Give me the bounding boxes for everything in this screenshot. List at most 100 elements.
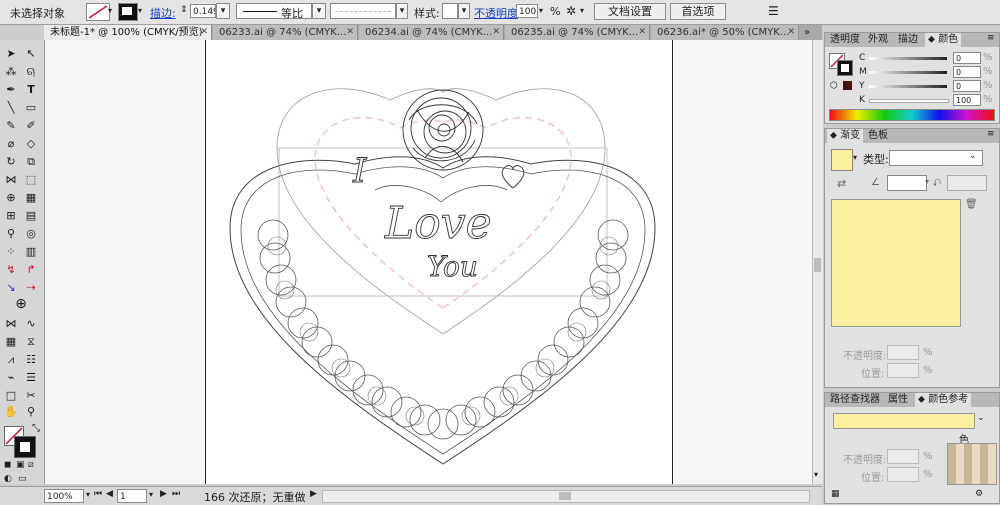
custom-tool-red-2-icon[interactable]: ↱ — [23, 262, 39, 278]
zoom-tool-icon[interactable]: ⚲ — [23, 404, 39, 420]
channel-k-input[interactable]: 100 — [953, 94, 981, 106]
stroke-dropdown-icon[interactable]: ▾ — [138, 6, 142, 15]
gradient-preview[interactable] — [831, 199, 961, 327]
gradient-thumbnail[interactable] — [831, 149, 853, 171]
tab-document-3[interactable]: 06234.ai @ 74% (CMYK... ✕ — [359, 25, 504, 40]
tab-color-guide[interactable]: ⬥ 颜色参考 — [915, 393, 972, 407]
style-dropdown[interactable]: ▾ — [458, 3, 470, 19]
mesh-tool-icon[interactable]: ⊞ — [3, 208, 19, 224]
recolor-dropdown-icon[interactable]: ▾ — [580, 6, 584, 15]
panel-stroke-box[interactable] — [837, 60, 853, 76]
channel-k-slider[interactable] — [869, 99, 949, 103]
tab-gradient[interactable]: ⬥ 渐变 — [827, 129, 864, 143]
angle-dropdown-icon[interactable]: ▾ — [925, 177, 929, 186]
zoom-input[interactable]: 100% — [44, 489, 84, 503]
next-artboard-icon[interactable]: ▶ — [160, 489, 167, 499]
color-spectrum-bar[interactable] — [829, 109, 995, 121]
document-setup-button[interactable]: 文档设置 — [594, 3, 666, 20]
pen-tool-icon[interactable]: ✒ — [3, 82, 19, 98]
tab-document-5[interactable]: 06236.ai* @ 50% (CMYK... ✕ — [651, 25, 799, 40]
variable-width-profile[interactable]: 等比 — [236, 3, 312, 20]
channel-m-input[interactable]: 0 — [953, 66, 981, 78]
screen-mode-icon[interactable]: ▭ — [18, 474, 27, 484]
blob-brush-tool-icon[interactable]: ⌀ — [3, 136, 19, 152]
width-tool-icon[interactable]: ⋈ — [3, 172, 19, 188]
close-icon[interactable]: ✕ — [787, 25, 795, 40]
heart-cake-artwork[interactable]: I Love You — [45, 40, 812, 484]
grid-tool-icon[interactable]: ▦ — [3, 334, 19, 350]
line-tool-icon[interactable]: ╲ — [3, 100, 19, 116]
stroke-color-box[interactable] — [14, 436, 36, 458]
blend-tool-icon[interactable]: ◎ — [23, 226, 39, 242]
type-tool-icon[interactable]: T — [23, 82, 39, 98]
custom-tool-red-1-icon[interactable]: ↯ — [3, 262, 19, 278]
panel-menu-icon[interactable]: ≡ — [987, 33, 995, 43]
preferences-button[interactable]: 首选项 — [670, 3, 726, 20]
color-variation-grid[interactable] — [947, 443, 997, 485]
custom-tool-red-3-icon[interactable]: ⇢ — [23, 280, 39, 296]
first-artboard-icon[interactable]: ⏮ — [94, 489, 102, 499]
stroke-stepper-icon[interactable]: ⇕ — [180, 5, 188, 15]
tab-document-4[interactable]: 06235.ai @ 74% (CMYK... ✕ — [505, 25, 650, 40]
aspect-ratio-input[interactable] — [947, 175, 987, 191]
tab-color[interactable]: ⬥ 颜色 — [925, 33, 962, 47]
artboard-dropdown-icon[interactable]: ▾ — [149, 490, 153, 499]
scale-tool-icon[interactable]: ⧉ — [23, 154, 39, 170]
tab-document-1[interactable]: 未标题-1* @ 100% (CMYK/预览) ✕ — [44, 25, 212, 40]
harmony-swatch-bar[interactable] — [833, 413, 975, 429]
tab-swatches[interactable]: 色板 — [865, 129, 891, 143]
shape-builder-tool-icon[interactable]: ⊕ — [3, 190, 19, 206]
selection-tool-icon[interactable]: ➤ — [3, 46, 19, 62]
channel-c-slider[interactable] — [869, 57, 947, 60]
measure-tool-icon[interactable]: ☰ — [23, 370, 39, 386]
status-menu-icon[interactable]: ▶ — [310, 489, 317, 499]
stroke-weight-dropdown[interactable]: ▾ — [216, 3, 230, 19]
rotate-tool-icon[interactable]: ↻ — [3, 154, 19, 170]
envelope-tool-icon[interactable]: ⧖ — [23, 334, 39, 350]
channel-m-slider[interactable] — [869, 71, 947, 74]
rectangle-tool-icon[interactable]: ▭ — [23, 100, 39, 116]
eyedropper-tool-icon[interactable]: ⚲ — [3, 226, 19, 242]
canvas-area[interactable]: I Love You — [45, 40, 812, 484]
stroke-swatch[interactable] — [118, 3, 138, 21]
stroke-weight-input[interactable]: 0.149 — [190, 4, 216, 18]
reverse-gradient-icon[interactable]: ⇄ — [837, 177, 846, 190]
slice-select-tool-icon[interactable]: ✂ — [23, 388, 39, 404]
horizontal-scrollbar[interactable] — [322, 490, 810, 503]
channel-y-input[interactable]: 0 — [953, 80, 981, 92]
artboard-tool-icon[interactable]: □ — [3, 388, 19, 404]
trash-icon[interactable]: 🗑 — [965, 199, 978, 210]
last-artboard-icon[interactable]: ⏭ — [172, 489, 180, 499]
scroll-down-icon[interactable]: ▾ — [814, 470, 818, 479]
gradient-thumb-dropdown-icon[interactable]: ▾ — [853, 153, 857, 162]
swap-fill-stroke-icon[interactable]: ⤡ — [32, 423, 40, 434]
list-tool-icon[interactable]: ☷ — [23, 352, 39, 368]
slice-tool-icon[interactable]: ⌁ — [3, 370, 19, 386]
opacity-label-link[interactable]: 不透明度 — [474, 5, 518, 21]
tab-transparency[interactable]: 透明度 — [827, 33, 863, 47]
gradient-opacity-input[interactable] — [887, 345, 919, 360]
brush-dropdown[interactable]: ▾ — [396, 3, 408, 19]
close-icon[interactable]: ✕ — [200, 25, 208, 40]
recolor-artwork-icon[interactable]: ✲ — [566, 4, 576, 18]
out-of-gamut-icon[interactable]: ⬡ — [830, 81, 838, 91]
angle-input[interactable] — [887, 175, 927, 191]
h-scroll-thumb[interactable] — [559, 492, 571, 500]
pencil-tool-icon[interactable]: ✐ — [23, 118, 39, 134]
vertical-scrollbar[interactable]: ▾ — [812, 40, 823, 484]
close-icon[interactable]: ✕ — [492, 25, 500, 40]
tab-overflow-icon[interactable]: » — [804, 25, 810, 40]
hand-tool-icon[interactable]: ✋ — [3, 404, 19, 420]
arrange-documents-icon[interactable]: ☰ — [768, 4, 779, 18]
edit-colors-icon[interactable]: ⚙ — [975, 489, 983, 499]
tab-document-2[interactable]: 06233.ai @ 74% (CMYK... ✕ — [213, 25, 358, 40]
gradient-mode-icon[interactable]: ▣ — [16, 460, 25, 470]
panel-menu-icon[interactable]: ≡ — [987, 129, 995, 139]
tab-appearance[interactable]: 外观 — [865, 33, 891, 47]
gamut-swatch[interactable] — [843, 81, 852, 90]
tab-pathfinder[interactable]: 路径查找器 — [827, 393, 883, 407]
lasso-tool-icon[interactable]: ଋ — [23, 64, 39, 80]
free-transform-tool-icon[interactable]: ⬚ — [23, 172, 39, 188]
scroll-thumb[interactable] — [814, 258, 821, 272]
column-graph-tool-icon[interactable]: ▥ — [23, 244, 39, 260]
